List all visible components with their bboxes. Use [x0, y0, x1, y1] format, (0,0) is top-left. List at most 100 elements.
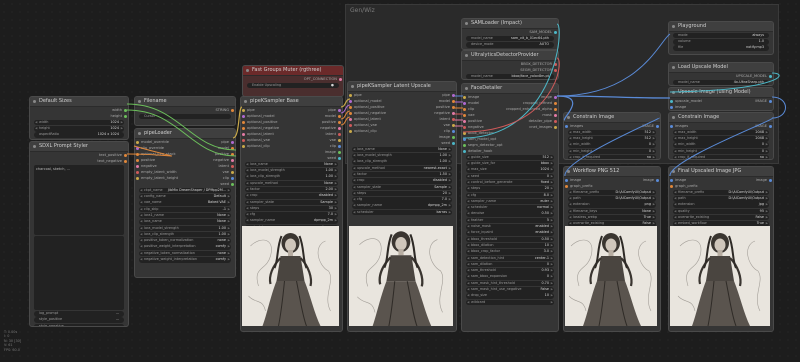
- widget-cfg[interactable]: ◀ cfg 7.0 ▶: [245, 212, 338, 218]
- widget-sam-threshold[interactable]: ◀ sam_threshold 0.93 ▶: [466, 268, 554, 274]
- widget-filename-keys[interactable]: ◀ filename_keys None ▶: [568, 208, 656, 215]
- input-socket[interactable]: [136, 140, 139, 144]
- output-socket[interactable]: [124, 114, 127, 118]
- widget-path[interactable]: ◀ path D:\AIComfyUI\Output ▶: [568, 196, 656, 202]
- widget-file[interactable]: file notify.mp3: [673, 45, 769, 51]
- input-socket[interactable]: [670, 184, 673, 188]
- input-socket[interactable]: [463, 113, 466, 117]
- input-socket[interactable]: [242, 114, 245, 118]
- output-socket[interactable]: [338, 120, 341, 124]
- enable-upscaling-toggle[interactable]: Enable Upscaling ●: [247, 82, 339, 89]
- input-socket[interactable]: [349, 117, 352, 121]
- input-socket[interactable]: [463, 143, 466, 147]
- output-socket[interactable]: [452, 141, 455, 145]
- widget-volume[interactable]: volume 1.0: [673, 39, 769, 45]
- output-socket[interactable]: [656, 124, 659, 128]
- output-socket[interactable]: [231, 146, 234, 150]
- widget-positive-token-normalization[interactable]: ◀ positive_token_normalization none ▶: [139, 238, 231, 244]
- input-socket[interactable]: [136, 176, 139, 180]
- widget-aspect-ratio[interactable]: aspectRatio 1024 x 1024: [34, 132, 124, 138]
- widget-style-positive[interactable]: style_positive...: [34, 317, 124, 323]
- widget-lora-name[interactable]: ◀ lora_name None ▶: [352, 146, 452, 153]
- output-socket[interactable]: [124, 108, 127, 112]
- widget-seed[interactable]: ◀ seed 0 ▶: [466, 173, 554, 180]
- output-socket[interactable]: [339, 77, 342, 81]
- widget-sam-dilation[interactable]: ◀ sam_dilation 0 ▶: [466, 261, 554, 268]
- widget-noise-mask[interactable]: ◀ noise_mask enabled ▶: [466, 224, 554, 230]
- output-socket[interactable]: [554, 101, 557, 105]
- widget-extension[interactable]: ◀ extension png ▶: [568, 202, 656, 208]
- widget-denoise[interactable]: ◀ denoise 0.50 ▶: [466, 211, 554, 217]
- widget-upscale-method[interactable]: ◀ upscale_method nearest-exact ▶: [352, 165, 452, 172]
- node-samloader[interactable]: SAMLoader (Impact) SAM_MODEL model_name s…: [461, 18, 559, 50]
- input-socket[interactable]: [349, 129, 352, 133]
- widget-max-height[interactable]: ◀ max_height 512 ▶: [568, 136, 656, 142]
- output-socket[interactable]: [554, 30, 557, 34]
- input-socket[interactable]: [670, 178, 673, 182]
- widget-sam-bbox-expansion[interactable]: ◀ sam_bbox_expansion 0 ▶: [466, 274, 554, 280]
- input-socket[interactable]: [242, 144, 245, 148]
- output-socket[interactable]: [554, 119, 557, 123]
- widget-cfg[interactable]: ◀ cfg 8.0 ▶: [466, 192, 554, 199]
- output-socket[interactable]: [338, 114, 341, 118]
- widget-guide-size[interactable]: ◀ guide_size 512 ▶: [466, 154, 554, 161]
- node-constrain-image-512[interactable]: Constrain Image images IMAGE ◀ max_width 51…: [563, 112, 661, 160]
- output-socket[interactable]: [452, 135, 455, 139]
- widget-overwrite-existing[interactable]: ◀ overwrite_existing False ▶: [673, 214, 769, 221]
- widget-bbox-crop-factor[interactable]: ◀ bbox_crop_factor 3.0 ▶: [466, 249, 554, 255]
- output-socket[interactable]: [338, 108, 341, 112]
- prompt-textarea[interactable]: charcoal, sketch, ...: [34, 165, 124, 235]
- widget-max-height[interactable]: ◀ max_height 2048 ▶: [673, 136, 769, 142]
- input-socket[interactable]: [463, 131, 466, 135]
- input-socket[interactable]: [136, 164, 139, 168]
- input-socket[interactable]: [242, 126, 245, 130]
- output-socket[interactable]: [554, 62, 557, 66]
- widget-guide-size-for[interactable]: ◀ guide_size_for bbox ▶: [466, 161, 554, 167]
- input-socket[interactable]: [242, 132, 245, 136]
- widget-lora-name[interactable]: ◀ lora_name None ▶: [139, 219, 231, 225]
- input-socket[interactable]: [136, 158, 139, 162]
- widget-sampler-name[interactable]: ◀ sampler_name dpmpp_2m ▶: [352, 203, 452, 209]
- input-socket[interactable]: [463, 101, 466, 105]
- widget-scheduler[interactable]: ◀schedulerkarras▶: [352, 209, 452, 216]
- output-socket[interactable]: [554, 107, 557, 111]
- output-socket[interactable]: [452, 123, 455, 127]
- widget-sampler-name[interactable]: ◀ sampler_name euler ▶: [466, 198, 554, 205]
- widget-lora-clip-strength[interactable]: ◀ lora_clip_strength 1.00 ▶: [139, 231, 231, 238]
- widget-width[interactable]: ◀ width 1024 ▶: [34, 119, 124, 126]
- widget-wildcard[interactable]: ◀ wildcard ▶: [466, 299, 554, 306]
- input-socket[interactable]: [463, 107, 466, 111]
- widget-cfg[interactable]: ◀ cfg 7.0 ▶: [352, 197, 452, 203]
- input-socket[interactable]: [463, 125, 466, 129]
- widget-config-name[interactable]: ◀ config_name Default ▶: [139, 194, 231, 200]
- output-socket[interactable]: [124, 159, 127, 163]
- output-socket[interactable]: [231, 140, 234, 144]
- widget-negative-token-normalization[interactable]: ◀ negative_token_normalization none ▶: [139, 250, 231, 257]
- widget-style-negative[interactable]: style_negative...: [34, 323, 124, 326]
- input-socket[interactable]: [349, 99, 352, 103]
- node-fast-groups-muter[interactable]: Fast Groups Muter (rgthree) OPT_CONNECTI…: [242, 65, 344, 97]
- widget-crop-if-required[interactable]: ◀ crop_if_required no ▶: [568, 154, 656, 159]
- widget-extension[interactable]: ◀ extension jpg ▶: [673, 202, 769, 208]
- input-socket[interactable]: [463, 149, 466, 153]
- input-socket[interactable]: [565, 184, 568, 188]
- widget-max-width[interactable]: ◀ max_width 2048 ▶: [673, 129, 769, 136]
- input-socket[interactable]: [136, 152, 139, 156]
- widget-lossless-webp[interactable]: ◀ lossless_webp True ▶: [568, 214, 656, 221]
- widget-upscale-method[interactable]: ◀ upscale_method None ▶: [245, 180, 338, 187]
- output-socket[interactable]: [124, 153, 127, 157]
- output-socket[interactable]: [231, 182, 234, 186]
- input-socket[interactable]: [565, 124, 568, 128]
- node-filename[interactable]: Filename STRING Cursor: [134, 96, 236, 126]
- widget-sampler-state[interactable]: ◀ sampler_state Sample ▶: [352, 184, 452, 191]
- output-socket[interactable]: [554, 113, 557, 117]
- input-socket[interactable]: [242, 138, 245, 142]
- widget-lora-name[interactable]: ◀ lora_name None ▶: [245, 161, 338, 168]
- widget-min-height[interactable]: ◀ min_height 0 ▶: [568, 148, 656, 155]
- widget-path[interactable]: ◀ path D:\AIComfyUI\Output ▶: [673, 196, 769, 202]
- filename-value[interactable]: Cursor: [139, 113, 231, 120]
- node-facedetailer[interactable]: FaceDetailer image image model cropped_refi…: [461, 83, 559, 332]
- widget-model-name[interactable]: model_name sam_vit_b_01ec64.pth: [466, 35, 554, 42]
- input-socket[interactable]: [670, 99, 673, 103]
- output-socket[interactable]: [769, 74, 772, 78]
